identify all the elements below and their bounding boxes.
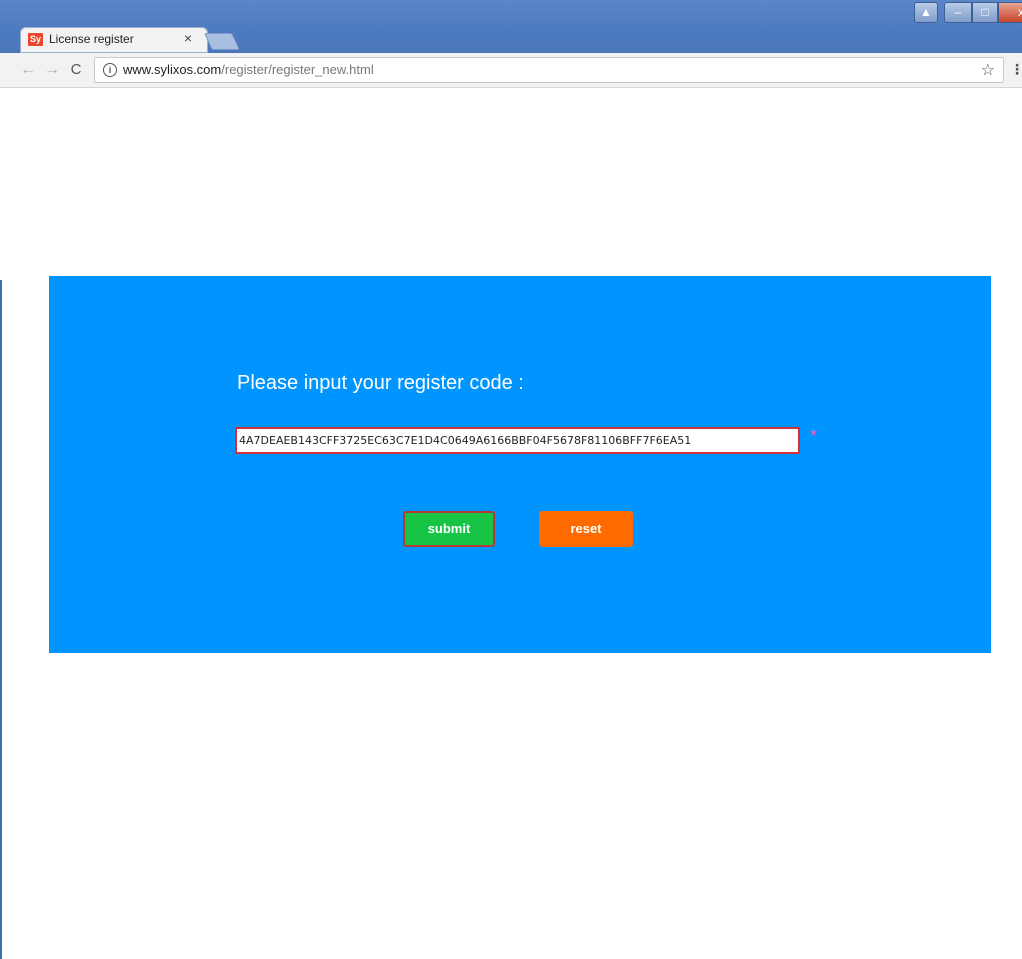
forward-arrow-icon[interactable]: →	[42, 60, 62, 80]
required-mark: *	[810, 426, 818, 446]
reload-icon[interactable]: C	[66, 60, 86, 80]
url-host: www.sylixos.com	[123, 62, 222, 77]
address-bar[interactable]: i www.sylixos.com/register/register_new.…	[94, 57, 1004, 83]
register-code-input[interactable]	[235, 427, 800, 454]
info-icon[interactable]: i	[103, 63, 117, 77]
tab-close-icon[interactable]: ×	[180, 30, 196, 46]
submit-button[interactable]: submit	[403, 511, 495, 547]
back-arrow-icon[interactable]: ←	[18, 60, 38, 80]
bookmark-star-icon[interactable]: ☆	[981, 60, 995, 80]
window-controls: ▲	[912, 2, 938, 23]
reset-button[interactable]: reset	[539, 511, 633, 547]
user-profile-icon[interactable]: ▲	[914, 2, 938, 23]
window-controls-main: – □ x	[938, 2, 1022, 23]
browser-titlebar: Sy License register × ▲ – □ x	[0, 0, 1022, 53]
window-left-edge	[0, 280, 2, 959]
url-path: /register/register_new.html	[221, 62, 374, 77]
url-text: www.sylixos.com/register/register_new.ht…	[123, 62, 374, 77]
browser-menu-icon[interactable]: ⋮	[1010, 61, 1022, 77]
register-prompt: Please input your register code :	[237, 372, 524, 394]
minimize-button[interactable]: –	[944, 2, 972, 23]
new-tab-button[interactable]	[204, 33, 240, 50]
close-window-button[interactable]: x	[998, 2, 1022, 23]
browser-toolbar: ← → C i www.sylixos.com/register/registe…	[0, 53, 1022, 88]
tab-title: License register	[49, 32, 134, 46]
register-panel: Please input your register code : * subm…	[49, 276, 991, 653]
sylixos-favicon-icon: Sy	[28, 33, 43, 46]
tab-license-register[interactable]: Sy License register ×	[20, 27, 208, 53]
maximize-button[interactable]: □	[972, 2, 998, 23]
